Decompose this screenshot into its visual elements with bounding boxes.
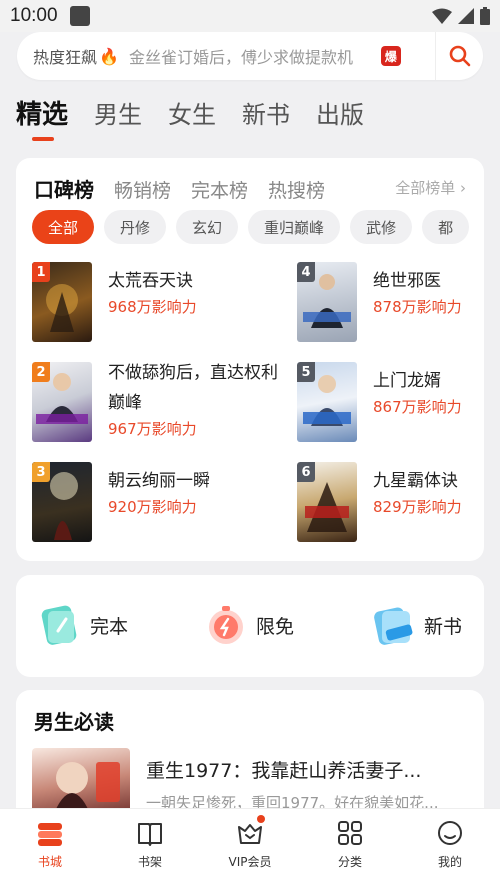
chip-alchemy[interactable]: 丹修: [104, 210, 167, 244]
book-title: 上门龙婿: [373, 371, 441, 391]
rank-badge: 3: [32, 462, 50, 482]
hot-label: 热度狂飙: [33, 48, 98, 67]
tab-male[interactable]: 男生: [94, 95, 142, 135]
quick-entry-card: 完本 限免 新书: [16, 575, 484, 677]
book-influence: 829万影响力: [373, 498, 462, 516]
status-bar: 10:00: [0, 0, 500, 32]
book-cover: 2: [32, 362, 92, 442]
flame-icon: 🔥: [99, 46, 119, 66]
book-influence: 967万影响力: [108, 420, 197, 438]
rank-badge: 5: [297, 362, 315, 382]
tab-female[interactable]: 女生: [168, 95, 216, 135]
book-cover: 5: [297, 362, 357, 442]
all-rankings-link[interactable]: 全部榜单 ›: [395, 177, 466, 198]
rank-badge: 2: [32, 362, 50, 382]
book-title[interactable]: 重生1977：我靠赶山养活妻子...: [146, 756, 421, 783]
book-complete-icon: [41, 605, 77, 645]
category-grid-icon: [338, 821, 362, 845]
book-influence: 920万影响力: [108, 498, 197, 516]
quick-entry-label: 限免: [256, 615, 295, 638]
ranked-book[interactable]: 1 太荒吞天诀 968万影响力: [32, 262, 252, 342]
chevron-right-icon: ›: [460, 179, 466, 197]
bookstore-icon: [38, 823, 62, 846]
chip-fantasy[interactable]: 玄幻: [176, 210, 239, 244]
nav-label: VIP会员: [228, 855, 272, 869]
book-influence: 878万影响力: [373, 298, 462, 316]
book-title: 朝云绚丽一瞬: [108, 471, 210, 491]
notification-app-icon: [69, 6, 90, 26]
tab-completed-rank[interactable]: 完本榜: [191, 176, 248, 203]
search-button[interactable]: [435, 32, 483, 80]
ranking-card: 口碑榜 畅销榜 完本榜 热搜榜 全部榜单 › 全部 丹修 玄幻 重归巅峰 武修 …: [16, 158, 484, 561]
battery-icon: [480, 7, 490, 25]
quick-entry-new[interactable]: 新书: [372, 603, 462, 647]
tab-bestseller-rank[interactable]: 畅销榜: [114, 176, 171, 203]
book-cover: 3: [32, 462, 92, 542]
all-rankings-label: 全部榜单: [395, 179, 456, 197]
nav-label: 书城: [37, 855, 62, 869]
book-title: 绝世邪医: [373, 271, 441, 291]
book-title: 九星霸体诀: [373, 471, 458, 491]
ranked-book[interactable]: 5 上门龙婿 867万影响力: [297, 362, 500, 442]
ranked-book[interactable]: 4 绝世邪医 878万影响力: [297, 262, 500, 342]
quick-entry-label: 新书: [424, 615, 463, 638]
nav-label: 书架: [137, 855, 162, 869]
book-title: 不做舔狗后，直达权利巅峰: [108, 363, 278, 413]
status-time: 10:00: [10, 5, 58, 26]
ranked-book[interactable]: 2 不做舔狗后，直达权利巅峰 967万影响力: [32, 362, 278, 442]
chip-all[interactable]: 全部: [32, 210, 95, 244]
book-cover: 4: [297, 262, 357, 342]
rank-badge: 1: [32, 262, 50, 282]
nav-category[interactable]: 分类: [300, 809, 400, 889]
quick-entry-completed[interactable]: 完本: [38, 603, 128, 647]
notification-dot: [257, 815, 265, 823]
tab-reputation-rank[interactable]: 口碑榜: [34, 174, 94, 203]
search-placeholder[interactable]: 金丝雀订婚后，傅少求做提款机: [129, 44, 369, 68]
bottom-nav: 书城 书架 VIP会员 分类 我的: [0, 808, 500, 889]
search-bar[interactable]: 热度狂飙 🔥 金丝雀订婚后，傅少求做提款机 爆: [17, 32, 483, 80]
hot-badge: 爆: [380, 46, 401, 66]
book-influence: 867万影响力: [373, 398, 462, 416]
ranked-book[interactable]: 3 朝云绚丽一瞬 920万影响力: [32, 462, 252, 542]
rank-badge: 4: [297, 262, 315, 282]
nav-label: 分类: [337, 855, 362, 869]
new-book-icon: [374, 607, 413, 645]
quick-entry-free[interactable]: 限免: [204, 603, 294, 647]
book-cover: 6: [297, 462, 357, 542]
tab-featured[interactable]: 精选: [16, 95, 68, 141]
nav-bookstore[interactable]: 书城: [0, 809, 100, 889]
rank-badge: 6: [297, 462, 315, 482]
section-title: 男生必读: [34, 710, 114, 734]
wifi-icon: [432, 8, 452, 24]
bookshelf-icon: [138, 823, 162, 846]
vip-crown-icon: [238, 824, 262, 844]
quick-entry-label: 完本: [90, 615, 129, 638]
status-indicators: [432, 7, 490, 25]
tab-hot-search-rank[interactable]: 热搜榜: [268, 176, 325, 203]
nav-vip[interactable]: VIP会员: [200, 809, 300, 889]
genre-chip-row: 全部 丹修 玄幻 重归巅峰 武修 都: [32, 210, 484, 244]
nav-profile[interactable]: 我的: [400, 809, 500, 889]
ranking-tabs: 口碑榜 畅销榜 完本榜 热搜榜: [34, 174, 325, 203]
timer-free-icon: [209, 606, 243, 644]
signal-icon: [458, 8, 474, 24]
book-title: 太荒吞天诀: [108, 271, 193, 291]
ranked-book[interactable]: 6 九星霸体诀 829万影响力: [297, 462, 500, 542]
main-tabs: 精选 男生 女生 新书 出版: [16, 95, 364, 141]
book-influence: 968万影响力: [108, 298, 197, 316]
chip-urban[interactable]: 都: [422, 210, 470, 244]
book-cover: 1: [32, 262, 92, 342]
chip-return-peak[interactable]: 重归巅峰: [248, 210, 341, 244]
nav-label: 我的: [437, 855, 462, 869]
profile-icon: [438, 821, 462, 845]
nav-bookshelf[interactable]: 书架: [100, 809, 200, 889]
tab-new-books[interactable]: 新书: [242, 95, 290, 135]
search-icon: [449, 45, 470, 67]
chip-martial[interactable]: 武修: [350, 210, 413, 244]
tab-publish[interactable]: 出版: [316, 95, 364, 135]
